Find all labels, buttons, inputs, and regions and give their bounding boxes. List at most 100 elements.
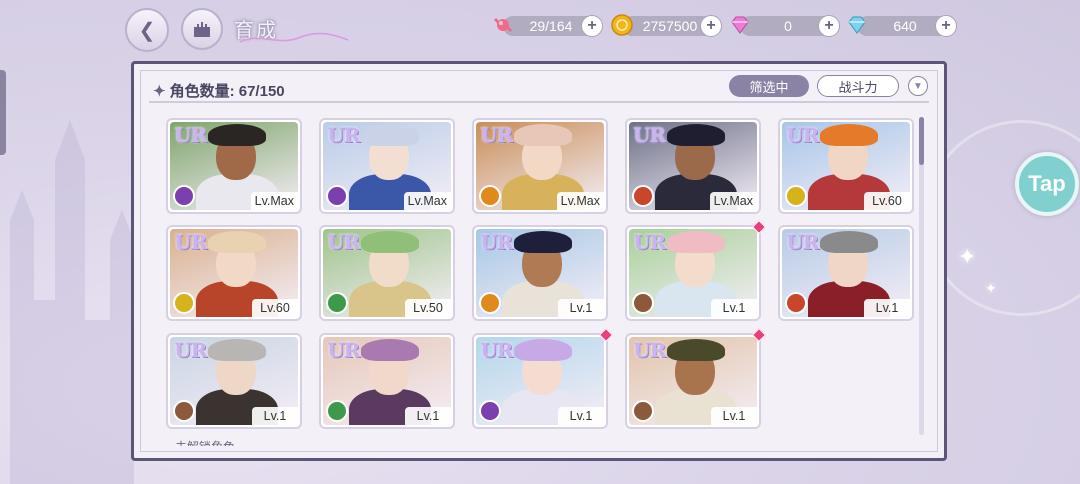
star-icon: ✦ xyxy=(153,83,166,100)
gold-resource: 2757500 + xyxy=(611,14,722,37)
rarity-label: UR xyxy=(480,230,513,254)
back-button[interactable]: ❮ xyxy=(125,8,169,52)
level-label: Lv.1 xyxy=(864,299,910,317)
title-flourish-decoration xyxy=(239,32,349,43)
rarity-label: UR xyxy=(327,338,360,362)
character-card[interactable]: UR Lv.Max xyxy=(472,118,608,214)
scrollbar-thumb[interactable] xyxy=(919,117,924,165)
level-label: Lv.50 xyxy=(405,299,451,317)
element-icon xyxy=(632,185,654,207)
element-icon xyxy=(785,185,807,207)
rarity-label: UR xyxy=(480,123,513,147)
side-drawer-handle[interactable] xyxy=(0,70,6,155)
character-card[interactable]: UR Lv.1 xyxy=(625,333,761,429)
coin-icon xyxy=(611,14,633,36)
blue-diamond-icon xyxy=(848,16,866,34)
portrait-hair xyxy=(208,124,266,146)
add-pink-gem-button[interactable]: + xyxy=(818,15,840,37)
portrait-hair xyxy=(820,124,878,146)
candy-icon xyxy=(493,17,513,33)
rarity-label: UR xyxy=(633,230,666,254)
character-card[interactable]: UR Lv.1 xyxy=(472,333,608,429)
character-count: ✦ 角色数量: 67/150 xyxy=(153,80,285,101)
character-card[interactable]: UR Lv.Max xyxy=(319,118,455,214)
character-card[interactable]: UR Lv.1 xyxy=(778,225,914,321)
element-icon xyxy=(173,400,195,422)
tap-floating-button[interactable]: Tap xyxy=(1015,152,1079,216)
rarity-label: UR xyxy=(633,123,666,147)
sort-order-toggle[interactable]: ▼ xyxy=(908,76,928,96)
element-icon xyxy=(785,292,807,314)
portrait-hair xyxy=(361,231,419,253)
level-label: Lv.1 xyxy=(711,407,757,425)
element-icon xyxy=(479,400,501,422)
list-scrollbar[interactable] xyxy=(919,117,924,435)
header-divider xyxy=(149,101,929,103)
level-label: Lv.Max xyxy=(556,192,604,210)
element-icon xyxy=(173,185,195,207)
blue-gem-resource: 640 + xyxy=(848,15,957,37)
character-card[interactable]: UR Lv.60 xyxy=(166,225,302,321)
castle-silhouette xyxy=(10,120,134,484)
level-label: Lv.1 xyxy=(252,407,298,425)
character-card[interactable]: UR Lv.50 xyxy=(319,225,455,321)
element-icon xyxy=(326,400,348,422)
filter-button[interactable]: 筛选中 xyxy=(729,75,809,97)
add-gold-button[interactable]: + xyxy=(700,15,722,37)
back-arrow-icon: ❮ xyxy=(138,19,156,42)
portrait-hair xyxy=(514,124,572,146)
rarity-label: UR xyxy=(480,338,513,362)
element-icon xyxy=(326,292,348,314)
portrait-hair xyxy=(514,231,572,253)
gold-value: 2757500 xyxy=(642,18,698,34)
element-icon xyxy=(479,292,501,314)
portrait-hair xyxy=(667,231,725,253)
portrait-hair xyxy=(667,339,725,361)
pink-diamond-icon xyxy=(731,16,749,34)
level-label: Lv.60 xyxy=(252,299,298,317)
pink-gem-value: 0 xyxy=(784,18,792,34)
add-candy-button[interactable]: + xyxy=(581,15,603,37)
rarity-label: UR xyxy=(327,230,360,254)
character-card[interactable]: UR Lv.Max xyxy=(166,118,302,214)
rarity-label: UR xyxy=(327,123,360,147)
locked-characters-heading: 未解锁角色 xyxy=(175,438,235,446)
rarity-label: UR xyxy=(786,230,819,254)
pink-gem-resource: 0 + xyxy=(731,15,840,37)
add-blue-gem-button[interactable]: + xyxy=(935,15,957,37)
level-label: Lv.1 xyxy=(711,299,757,317)
candy-resource: 29/164 + xyxy=(493,15,603,37)
level-label: Lv.60 xyxy=(864,192,910,210)
portrait-hair xyxy=(514,339,572,361)
portrait-hair xyxy=(361,339,419,361)
element-icon xyxy=(326,185,348,207)
portrait-hair xyxy=(667,124,725,146)
sparkle-icon: ✦ xyxy=(958,244,977,269)
candy-value: 29/164 xyxy=(529,18,573,34)
rarity-label: UR xyxy=(174,338,207,362)
element-icon xyxy=(632,400,654,422)
character-card[interactable]: UR Lv.60 xyxy=(778,118,914,214)
character-card[interactable]: UR Lv.1 xyxy=(166,333,302,429)
rarity-label: UR xyxy=(633,338,666,362)
character-card[interactable]: UR Lv.Max xyxy=(625,118,761,214)
element-icon xyxy=(479,185,501,207)
rarity-label: UR xyxy=(174,123,207,147)
character-card[interactable]: UR Lv.1 xyxy=(625,225,761,321)
rarity-label: UR xyxy=(786,123,819,147)
ferris-wheel-decoration xyxy=(924,120,1080,316)
blue-gem-value: 640 xyxy=(893,18,917,34)
portrait-hair xyxy=(208,231,266,253)
rarity-label: UR xyxy=(174,230,207,254)
chevron-down-icon: ▼ xyxy=(913,80,923,92)
element-icon xyxy=(632,292,654,314)
character-card[interactable]: UR Lv.1 xyxy=(319,333,455,429)
level-label: Lv.1 xyxy=(558,299,604,317)
character-count-value: 67/150 xyxy=(238,83,285,100)
character-card[interactable]: UR Lv.1 xyxy=(472,225,608,321)
portrait-hair xyxy=(361,124,419,146)
character-count-label: 角色数量: xyxy=(169,83,235,100)
level-label: Lv.Max xyxy=(709,192,757,210)
sort-button[interactable]: 战斗力 xyxy=(817,75,899,97)
home-button[interactable] xyxy=(181,8,223,50)
